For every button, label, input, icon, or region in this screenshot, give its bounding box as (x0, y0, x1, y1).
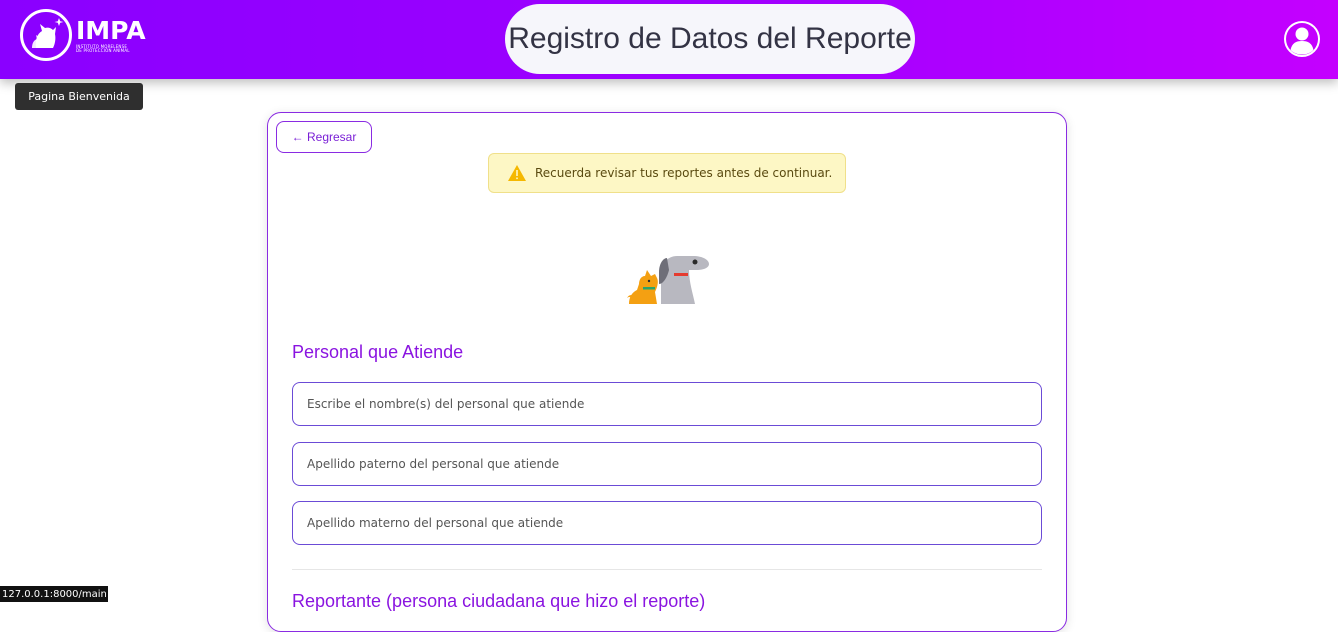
impa-logo[interactable]: IMPA INSTITUTO MORELENSE DE PROTECCIÓN A… (20, 8, 146, 62)
apellido-materno-input[interactable] (292, 501, 1042, 545)
apellido-paterno-input[interactable] (292, 442, 1042, 486)
logo-text: IMPA INSTITUTO MORELENSE DE PROTECCIÓN A… (76, 18, 146, 53)
logo-subtitle-2: DE PROTECCIÓN ANIMAL (76, 47, 130, 53)
back-button[interactable]: ← Regresar (276, 121, 372, 153)
top-header: IMPA INSTITUTO MORELENSE DE PROTECCIÓN A… (0, 0, 1338, 79)
logo-title: IMPA (76, 15, 146, 45)
nombre-personal-input[interactable] (292, 382, 1042, 426)
reminder-alert: Recuerda revisar tus reportes antes de c… (488, 153, 846, 193)
user-icon[interactable] (1283, 20, 1321, 58)
section-divider (292, 569, 1042, 570)
dog-cat-illustration (627, 256, 709, 304)
status-bar-url: 127.0.0.1:8000/main (0, 586, 108, 602)
tooltip-pagina-bienvenida: Pagina Bienvenida (15, 83, 143, 110)
warning-icon (508, 165, 526, 181)
pets-logo-icon (20, 9, 72, 61)
section-title-personal: Personal que Atiende (292, 342, 464, 362)
page-title: Registro de Datos del Reporte (505, 4, 915, 74)
report-form-card: ← Regresar Recuerda revisar tus reportes… (267, 112, 1067, 632)
alert-text: Recuerda revisar tus reportes antes de c… (535, 166, 833, 180)
